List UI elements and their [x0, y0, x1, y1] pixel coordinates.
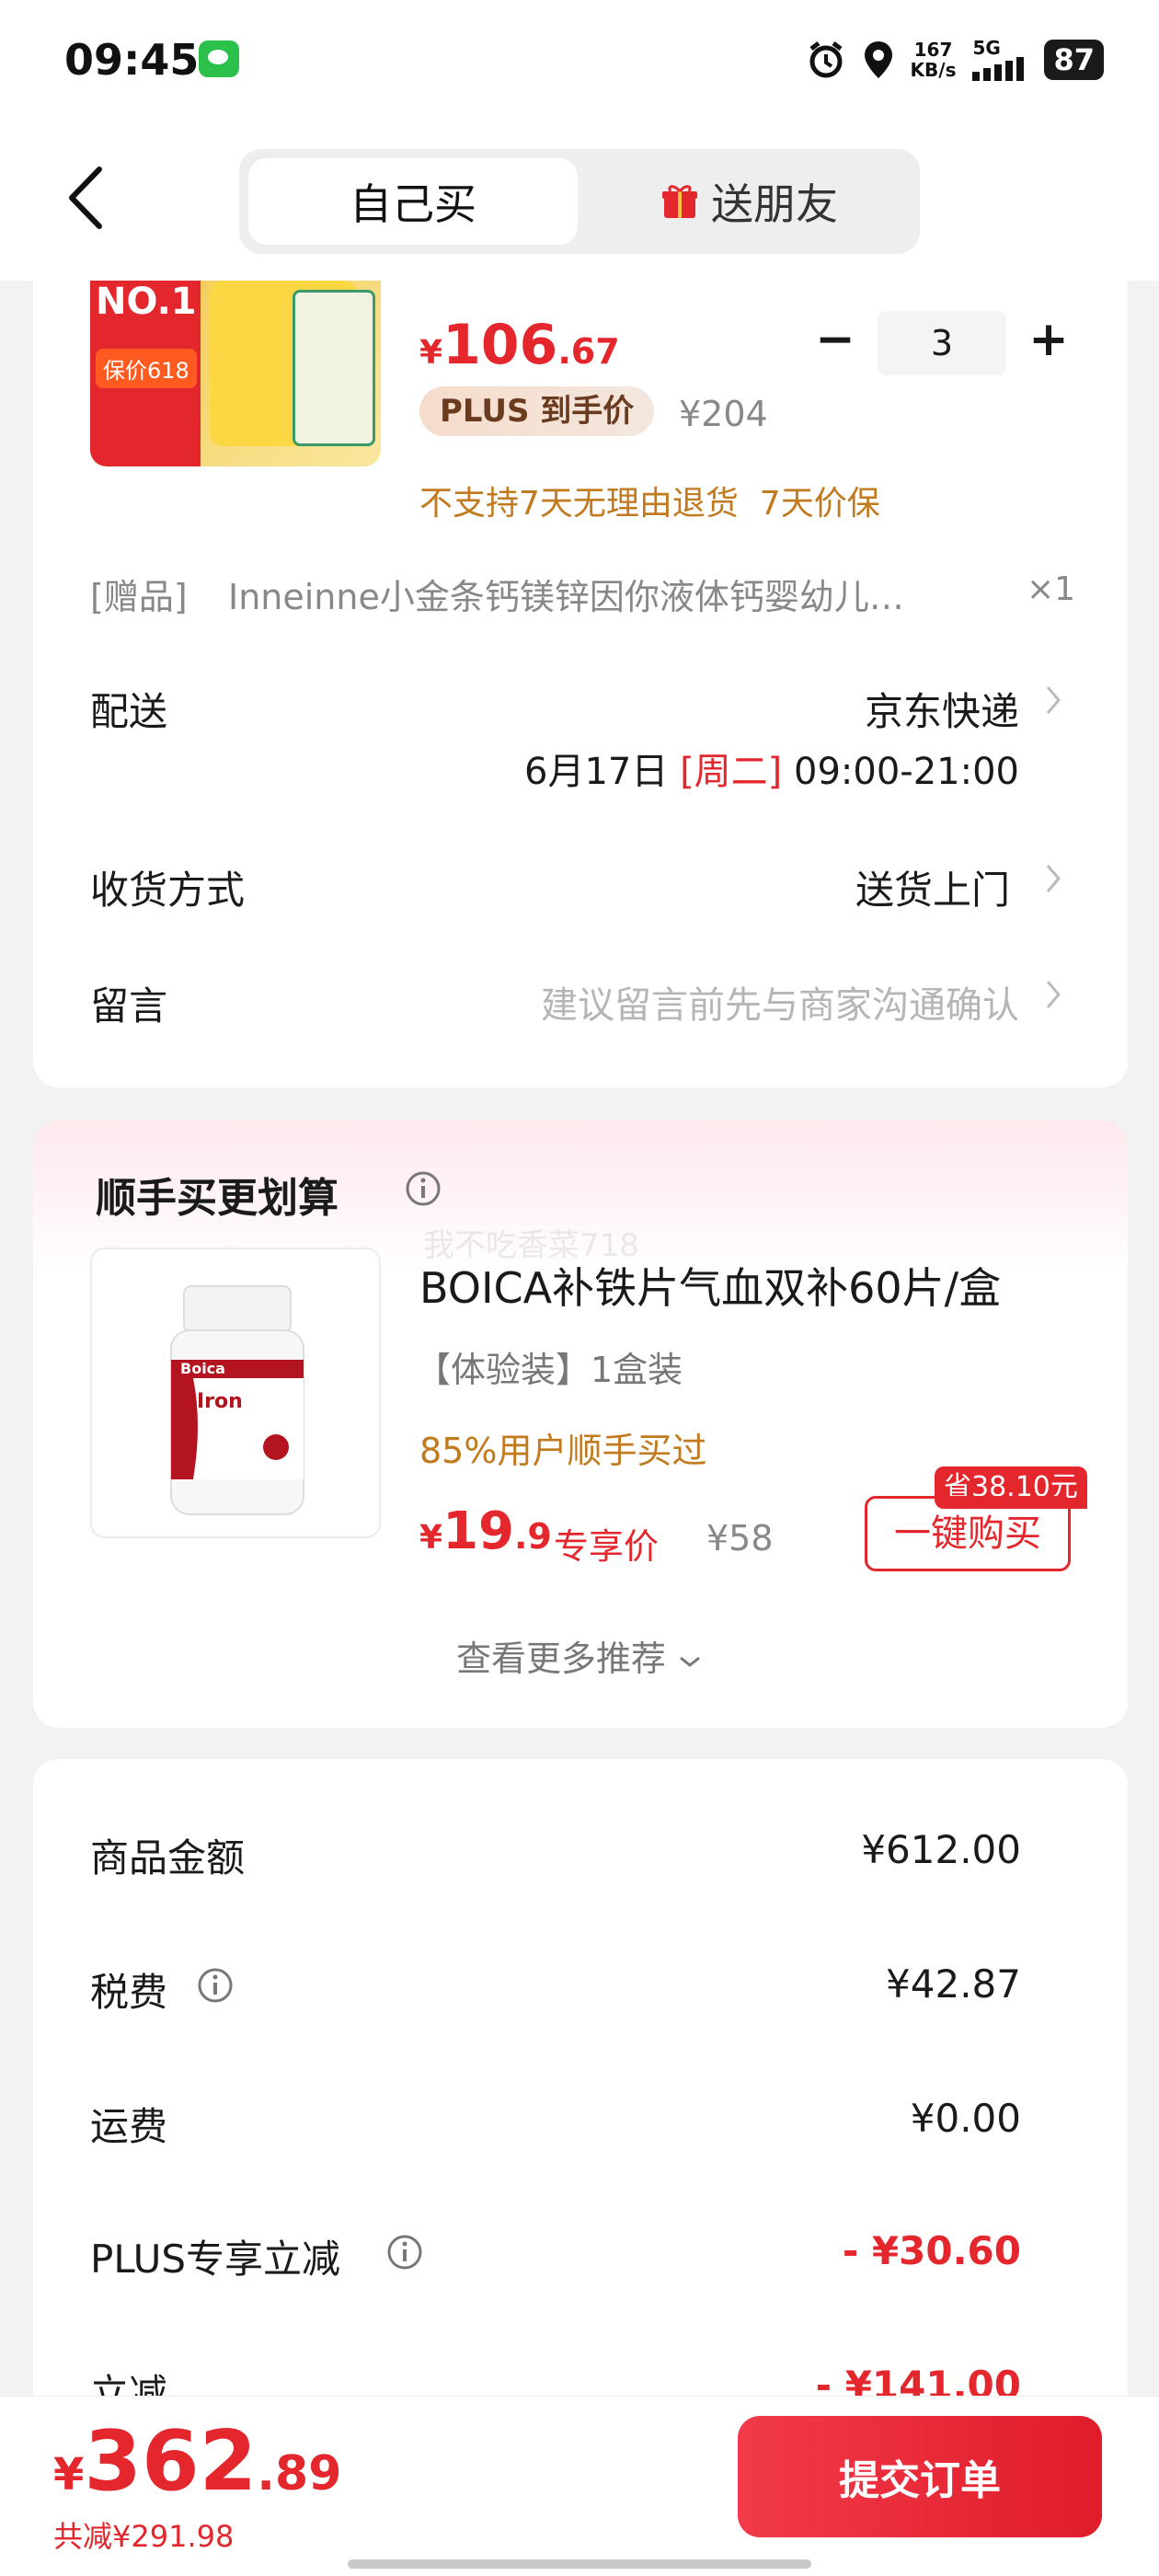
addon-more-label: 查看更多推荐	[455, 1639, 666, 1679]
delivery-carrier[interactable]: 京东快递	[865, 681, 1019, 737]
plus-price-badge: PLUS 到手价	[419, 386, 655, 436]
addon-price-tag: 专享价	[554, 1526, 660, 1567]
tab-self-buy[interactable]: 自己买	[248, 158, 578, 245]
summary-value-subtotal: ¥612.00	[861, 1827, 1021, 1872]
product-image-promo: 保价618	[96, 349, 197, 388]
summary-label-tax: 税费	[90, 1970, 168, 2015]
tab-gift-label: 送朋友	[711, 179, 838, 229]
signal-indicator: 5G	[972, 39, 1027, 81]
receive-method-chevron-icon[interactable]	[1045, 863, 1061, 894]
summary-value-tax: ¥42.87	[886, 1961, 1021, 2007]
tax-info-icon[interactable]	[197, 1967, 234, 2004]
location-icon	[864, 41, 892, 78]
plus-discount-info-icon[interactable]	[386, 2234, 423, 2271]
chevron-down-icon	[680, 1656, 700, 1667]
addon-product-spec: 【体验装】1盒装	[416, 1350, 683, 1390]
gift-quantity: ×1	[1027, 570, 1076, 608]
alarm-icon	[809, 41, 843, 78]
message-chevron-icon[interactable]	[1045, 979, 1061, 1010]
addon-social-proof: 85%用户顺手买过	[419, 1431, 707, 1471]
return-policy-text: 不支持7天无理由退货 7天价保	[419, 485, 880, 523]
quantity-input[interactable]: 3	[878, 311, 1006, 375]
gift-tag: [赠品]	[90, 577, 188, 617]
delivery-weekday: [周二]	[680, 751, 783, 793]
summary-value-shipping: ¥0.00	[910, 2096, 1021, 2141]
total-price: ¥ 362 .89	[53, 2413, 342, 2510]
bottle-brand: Boica	[180, 1360, 225, 1377]
addon-more-link[interactable]: 查看更多推荐	[0, 1630, 1159, 1681]
message-label: 留言	[90, 983, 168, 1029]
summary-value-plus-discount: - ¥30.60	[842, 2228, 1021, 2273]
addon-title: 顺手买更划算	[96, 1175, 339, 1222]
delivery-window: 09:00-21:00	[794, 751, 1019, 793]
gift-name[interactable]: Inneinne小金条钙镁锌因你液体钙婴幼儿…	[228, 569, 973, 619]
tab-gift-friend[interactable]: 送朋友	[589, 158, 911, 245]
signal-icon	[972, 57, 1025, 81]
addon-info-icon[interactable]	[405, 1170, 442, 1207]
receive-method-label: 收货方式	[90, 868, 246, 913]
delivery-date: 6月17日	[524, 751, 669, 793]
addon-product-name[interactable]: BOICA补铁片气血双补60片/盒	[419, 1255, 1001, 1316]
total-saved: 共减¥291.98	[53, 2519, 235, 2554]
summary-label-shipping: 运费	[90, 2104, 168, 2149]
addon-product-image[interactable]: Boica Iron	[90, 1248, 381, 1538]
back-icon[interactable]	[64, 166, 107, 230]
status-time: 09:45	[64, 35, 200, 85]
quantity-minus-button[interactable]: −	[809, 311, 861, 368]
product-image[interactable]: NO.1 保价618	[90, 281, 381, 466]
battery-icon: 87	[1044, 40, 1104, 80]
network-speed: 167 KB/s	[910, 39, 957, 81]
gift-icon	[662, 185, 697, 218]
message-input[interactable]: 建议留言前先与商家沟通确认	[541, 975, 1019, 1029]
status-icons: 167 KB/s 5G 87	[806, 37, 1104, 83]
submit-order-button[interactable]: 提交订单	[738, 2416, 1102, 2537]
quantity-plus-button[interactable]: +	[1023, 311, 1074, 368]
product-image-box	[293, 290, 375, 446]
delivery-label: 配送	[90, 689, 168, 734]
addon-original-price: ¥58	[706, 1518, 774, 1558]
delivery-time[interactable]: 6月17日 [周二] 09:00-21:00	[524, 742, 1019, 795]
summary-label-plus-discount: PLUS专享立减	[90, 2237, 341, 2282]
original-price: ¥204	[679, 394, 768, 434]
product-price: ¥ 106 .67	[419, 313, 620, 377]
summary-label-subtotal: 商品金额	[90, 1835, 246, 1880]
delivery-chevron-icon[interactable]	[1045, 684, 1061, 716]
iron-bottle-image: Boica Iron	[170, 1285, 304, 1515]
addon-buy-button[interactable]: 一键购买	[865, 1496, 1071, 1571]
home-indicator	[348, 2559, 811, 2569]
wechat-icon	[199, 40, 239, 77]
receive-method-value[interactable]: 送货上门	[855, 859, 1010, 915]
addon-price: ¥ 19 .9	[419, 1501, 552, 1561]
bottle-label: Iron	[197, 1390, 243, 1413]
